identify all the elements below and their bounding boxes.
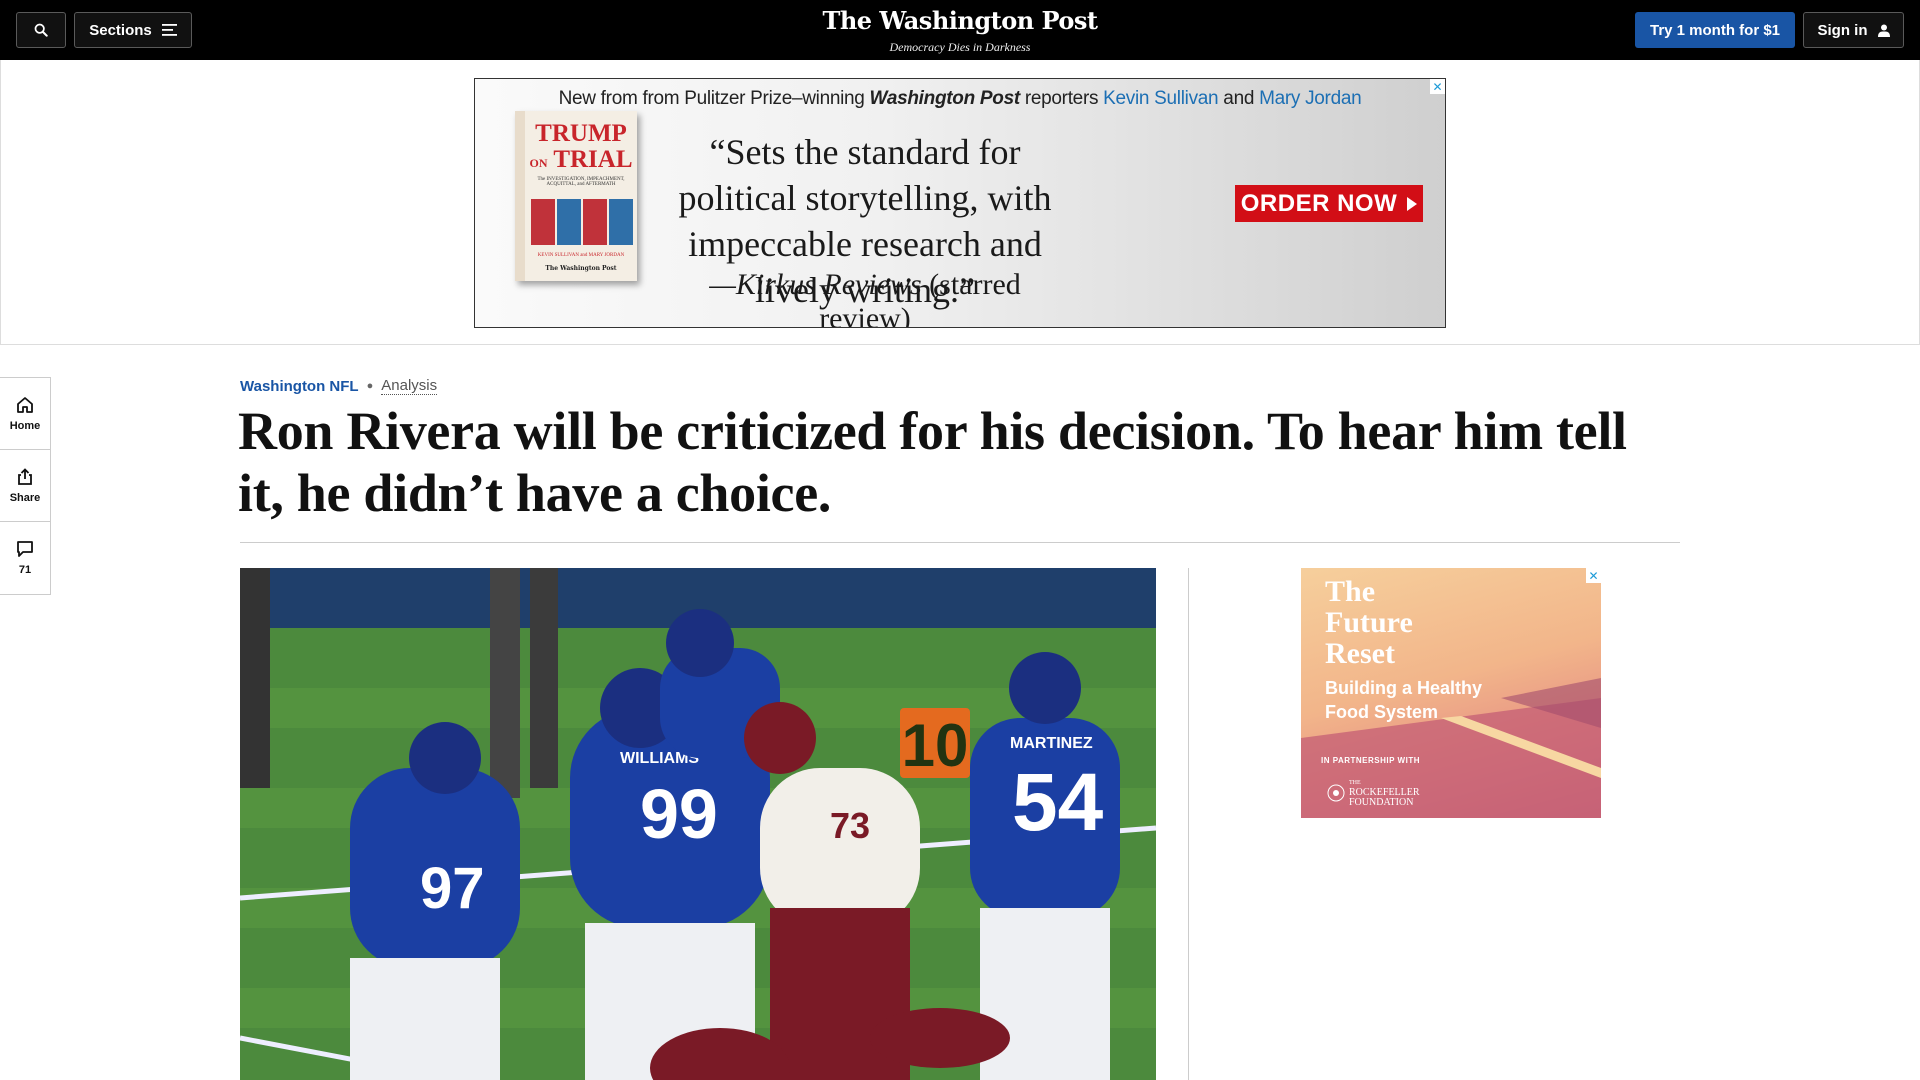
- ad-headline-text: New from from Pulitzer Prize–winning: [558, 88, 865, 109]
- order-now-label: ORDER NOW: [1240, 189, 1398, 217]
- kicker-separator: ●: [366, 380, 374, 392]
- section-link[interactable]: Washington NFL: [240, 378, 359, 395]
- play-arrow-icon: [1407, 196, 1418, 211]
- column-divider: [1188, 568, 1189, 1080]
- book-title-line-2: TRIAL: [553, 146, 633, 173]
- masthead: The Washington Post Democracy Dies in Da…: [0, 6, 1920, 55]
- book-advertisement[interactable]: New from from Pulitzer Prize–winning Was…: [474, 78, 1446, 328]
- sponsor-name: ROCKEFELLER FOUNDATION: [1349, 787, 1420, 808]
- jersey-73: 73: [830, 805, 870, 846]
- book-publisher: The Washington Post: [545, 265, 617, 272]
- share-icon: [18, 467, 32, 485]
- ad-and: and: [1223, 88, 1255, 109]
- share-label: Share: [9, 491, 41, 504]
- jersey-99: 99: [640, 775, 718, 853]
- site-tagline: Democracy Dies in Darkness: [889, 40, 1031, 54]
- football-scene-illustration: 10 97 WILLIAMS 99 73 MARTINEZ 54: [240, 568, 1156, 1080]
- sign-in-button[interactable]: Sign in: [1803, 12, 1904, 48]
- rockefeller-foundation-icon: [1327, 784, 1345, 802]
- jersey-54: 54: [1012, 757, 1104, 848]
- jersey-97: 97: [420, 856, 485, 921]
- ad-attribution-source: —Kirkus Reviews: [709, 268, 922, 301]
- side-ad-title: The Future Reset: [1325, 575, 1413, 670]
- book-title: TRUMP ON TRIAL: [525, 121, 637, 176]
- close-icon[interactable]: ✕: [1586, 568, 1601, 583]
- ad-publication: Washington Post: [869, 88, 1021, 109]
- ad-headline-mid: reporters: [1024, 88, 1099, 109]
- book-title-on: ON: [529, 156, 548, 170]
- ad-author-2: Mary Jordan: [1259, 88, 1362, 109]
- comments-count: 71: [18, 564, 32, 576]
- rockefeller-logo: THE ROCKEFELLER FOUNDATION: [1327, 778, 1439, 808]
- ad-headline: New from from Pulitzer Prize–winning Was…: [475, 88, 1445, 110]
- side-ad-partner-label: IN PARTNERSHIP WITH: [1321, 756, 1420, 765]
- comment-icon: [17, 541, 33, 557]
- home-label: Home: [9, 419, 41, 432]
- article-kicker: Washington NFL ● Analysis: [240, 377, 438, 395]
- home-icon: [17, 396, 33, 413]
- ad-attribution: —Kirkus Reviews (starred review): [675, 268, 1055, 327]
- book-subtitle: The INVESTIGATION, IMPEACHMENT, ACQUITTA…: [537, 177, 625, 187]
- sidebar-advertisement[interactable]: The Future Reset Building a Healthy Food…: [1301, 568, 1601, 818]
- user-icon: [1877, 24, 1890, 37]
- ad-author-1: Kevin Sullivan: [1103, 88, 1219, 109]
- book-authors: KEVIN SULLIVAN and MARY JORDAN: [537, 253, 625, 258]
- site-logo[interactable]: The Washington Post: [0, 6, 1920, 35]
- order-now-button[interactable]: ORDER NOW: [1235, 185, 1423, 222]
- comments-button[interactable]: 71: [0, 522, 50, 594]
- share-button[interactable]: Share: [0, 450, 50, 522]
- article-headline: Ron Rivera will be criticized for his de…: [238, 401, 1627, 523]
- jersey-name-martinez: MARTINEZ: [1010, 735, 1093, 752]
- analysis-label[interactable]: Analysis: [381, 377, 438, 395]
- top-navigation: Sections The Washington Post Democracy D…: [0, 0, 1920, 60]
- home-button[interactable]: Home: [0, 378, 50, 450]
- side-ad-subtitle: Building a Healthy Food System: [1325, 678, 1483, 722]
- book-title-line-1: TRUMP: [535, 120, 627, 147]
- subscribe-button[interactable]: Try 1 month for $1: [1635, 12, 1795, 48]
- book-cover-photos: [531, 199, 633, 245]
- sign-in-label: Sign in: [1817, 21, 1868, 39]
- left-action-rail: Home Share 71: [0, 377, 51, 595]
- lead-photo[interactable]: 10 97 WILLIAMS 99 73 MARTINEZ 54: [240, 568, 1156, 1080]
- close-icon[interactable]: ✕: [1430, 79, 1445, 94]
- yard-marker-text: 10: [902, 712, 969, 779]
- book-cover: TRUMP ON TRIAL The INVESTIGATION, IMPEAC…: [515, 111, 637, 281]
- headline-divider: [240, 542, 1680, 543]
